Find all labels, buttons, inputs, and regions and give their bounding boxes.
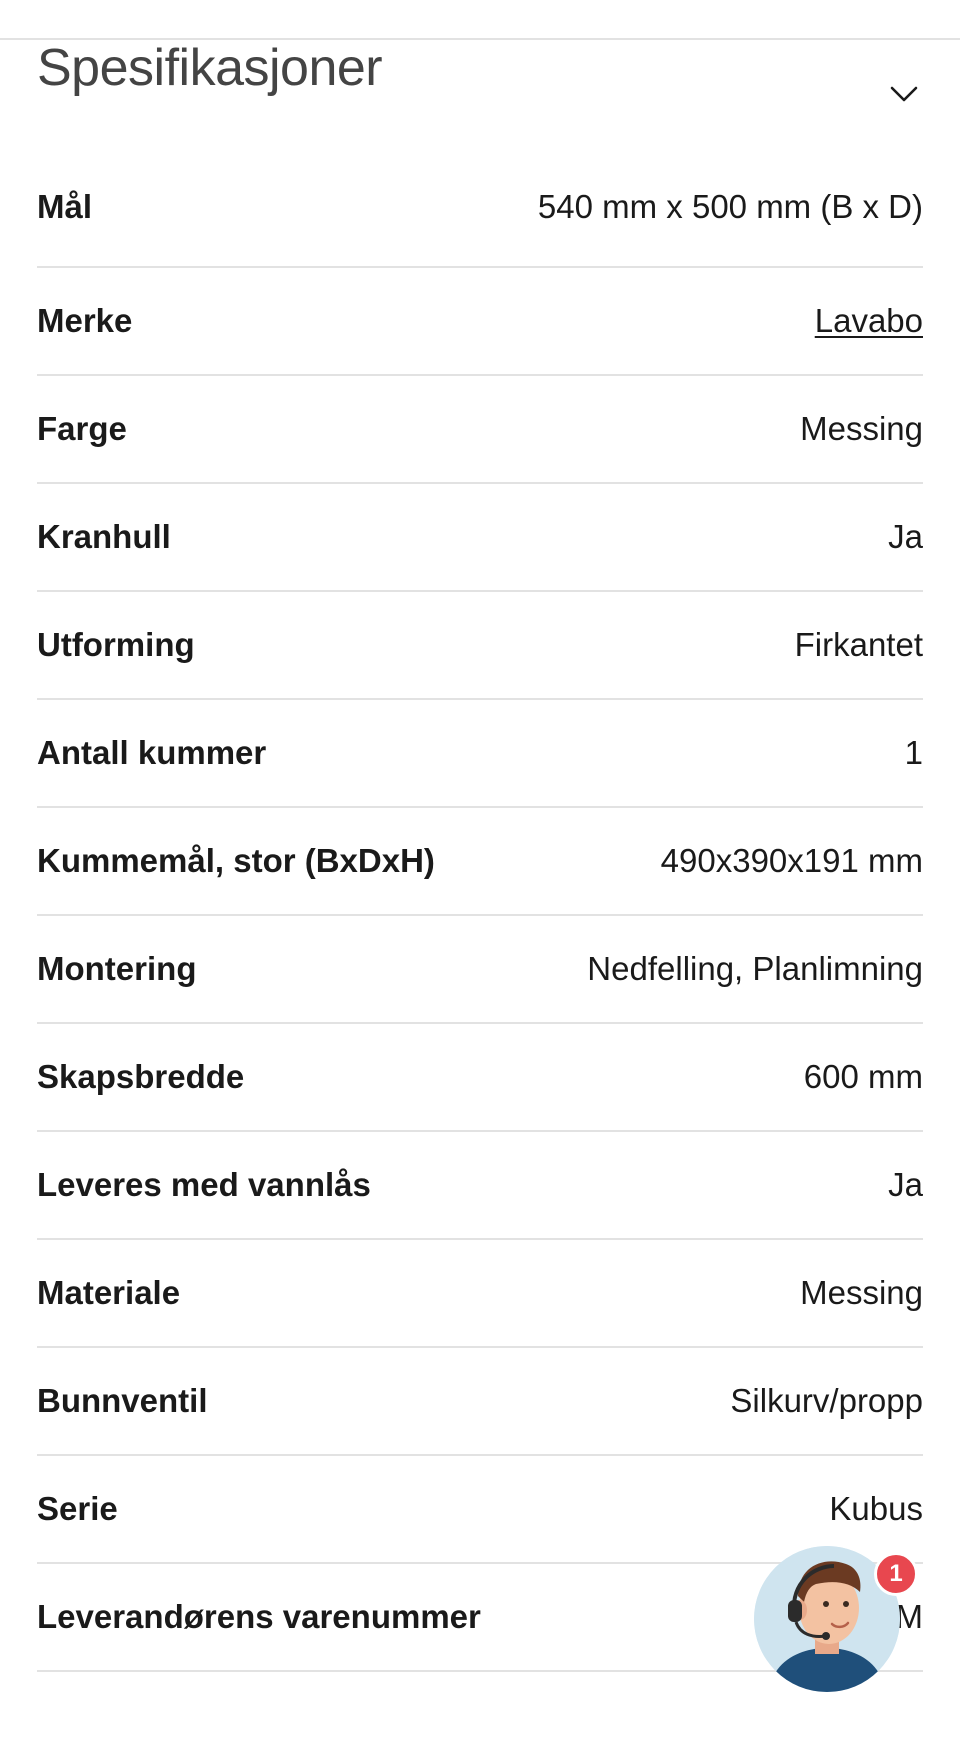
chat-support-button[interactable]: 1 [754,1546,918,1692]
spec-label: Leverandørens varenummer [37,1598,481,1635]
spec-label: Utforming [37,626,195,663]
spec-value: 600 mm [803,1058,923,1095]
spec-row-materiale: Materiale Messing [37,1240,923,1348]
spec-value: 540 mm x 500 mm (B x D) [537,188,923,225]
specifications-toggle[interactable]: Spesifikasjoner [37,39,923,170]
spec-label: Bunnventil [37,1382,208,1419]
spec-label: Kummemål, stor (BxDxH) [37,842,435,879]
spec-row-kummemal: Kummemål, stor (BxDxH) 490x390x191 mm [37,808,923,916]
spec-row-bunnventil: Bunnventil Silkurv/propp [37,1348,923,1456]
spec-row-utforming: Utforming Firkantet [37,592,923,700]
spec-row-mal: Mål 540 mm x 500 mm (B x D) [37,170,923,268]
spec-value: Ja [888,1166,923,1203]
spec-row-farge: Farge Messing [37,376,923,484]
spec-label: Merke [37,302,133,339]
spec-row-serie: Serie Kubus [37,1456,923,1564]
spec-label: Leveres med vannlås [37,1166,371,1203]
spec-label: Materiale [37,1274,181,1311]
spec-label: Montering [37,950,197,987]
spec-value: Kubus [829,1490,923,1527]
spec-row-antall-kummer: Antall kummer 1 [37,700,923,808]
notification-badge: 1 [874,1552,918,1596]
spec-label: Kranhull [37,518,171,555]
brand-link[interactable]: Lavabo [815,302,923,339]
spec-value: 490x390x191 mm [660,842,923,879]
spec-label: Serie [37,1490,118,1527]
spec-value: Messing [800,1274,923,1311]
spec-value: Silkurv/propp [730,1382,923,1419]
spec-value: Nedfelling, Planlimning [587,950,923,987]
chevron-down-icon [890,86,918,102]
spec-label: Antall kummer [37,734,267,771]
spec-row-montering: Montering Nedfelling, Planlimning [37,916,923,1024]
spec-row-skapsbredde: Skapsbredde 600 mm [37,1024,923,1132]
spec-list: Mål 540 mm x 500 mm (B x D) Merke Lavabo… [37,170,923,1672]
spec-label: Skapsbredde [37,1058,245,1095]
section-title: Spesifikasjoner [37,39,383,98]
spec-value: Messing [800,410,923,447]
specifications-section: Spesifikasjoner Mål 540 mm x 500 mm (B x… [0,39,960,1672]
spec-row-vannlas: Leveres med vannlås Ja [37,1132,923,1240]
spec-value: Ja [888,518,923,555]
spec-value: Firkantet [794,626,923,663]
spec-label: Mål [37,188,93,225]
spec-row-kranhull: Kranhull Ja [37,484,923,592]
spec-row-merke: Merke Lavabo [37,268,923,376]
spec-value: 1 [904,734,923,771]
spec-value: Lavabo [815,302,923,340]
spec-label: Farge [37,410,127,447]
